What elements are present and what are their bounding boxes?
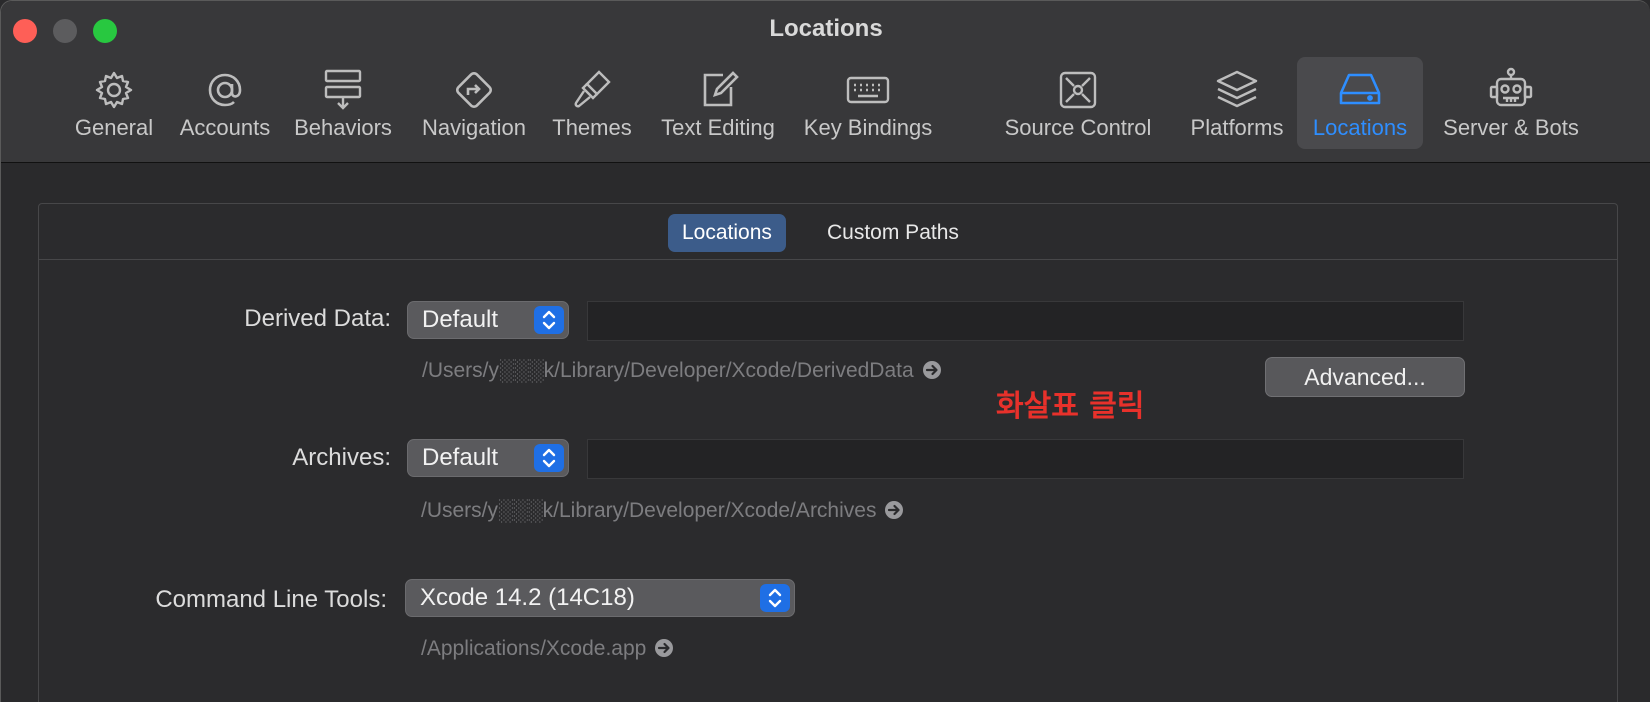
annotation-text: 화살표 클릭 (996, 389, 1145, 424)
derived-data-path: /Users/y░░░k/Library/Developer/Xcode/Der… (422, 359, 942, 383)
archives-popup-value: Default (422, 444, 499, 471)
toolbar-item-locations[interactable]: Locations (1297, 57, 1423, 149)
reveal-arrow-icon[interactable] (654, 638, 674, 658)
archives-path-text: /Users/y░░░k/Library/Developer/Xcode/Arc… (421, 499, 877, 522)
toolbar-item-navigation[interactable]: Navigation (413, 57, 535, 149)
robot-icon (1488, 67, 1534, 113)
segmented-tab-bar: Locations Custom Paths (39, 204, 1617, 260)
paintbrush-icon (569, 67, 615, 113)
toolbar-item-accounts[interactable]: Accounts (175, 57, 275, 149)
preferences-toolbar: General Accounts Behaviors Navigation Th… (1, 57, 1650, 151)
layers-icon (1214, 67, 1260, 113)
command-line-tools-path-text: /Applications/Xcode.app (421, 637, 647, 660)
up-down-chevron-icon (760, 584, 790, 612)
archives-path-field[interactable] (587, 439, 1464, 479)
tab-custom-paths[interactable]: Custom Paths (813, 214, 973, 252)
derived-data-popup-value: Default (422, 306, 499, 333)
up-down-chevron-icon (534, 444, 564, 472)
derived-data-label: Derived Data: (244, 305, 391, 332)
gear-icon (91, 67, 137, 113)
source-control-icon (1055, 67, 1101, 113)
behaviors-icon (320, 67, 366, 113)
toolbar-item-text-editing[interactable]: Text Editing (651, 57, 785, 149)
toolbar-item-themes[interactable]: Themes (545, 57, 639, 149)
title-bar: Locations General Accounts Behaviors Nav… (1, 1, 1650, 163)
keyboard-icon (845, 67, 891, 113)
archives-path: /Users/y░░░k/Library/Developer/Xcode/Arc… (421, 499, 904, 523)
command-line-tools-popup[interactable]: Xcode 14.2 (14C18) (405, 579, 795, 617)
derived-data-popup[interactable]: Default (407, 301, 569, 339)
tab-locations[interactable]: Locations (668, 214, 786, 252)
derived-data-path-text: /Users/y░░░k/Library/Developer/Xcode/Der… (422, 359, 914, 382)
reveal-arrow-icon[interactable] (884, 500, 904, 520)
archives-popup[interactable]: Default (407, 439, 569, 477)
toolbar-item-key-bindings[interactable]: Key Bindings (799, 57, 937, 149)
command-line-tools-label: Command Line Tools: (155, 586, 387, 613)
archives-label: Archives: (292, 444, 391, 471)
command-line-tools-path: /Applications/Xcode.app (421, 637, 674, 661)
edit-icon (695, 67, 741, 113)
reveal-arrow-icon[interactable] (922, 360, 942, 380)
toolbar-item-server-bots[interactable]: Server & Bots (1435, 57, 1587, 149)
toolbar-item-general[interactable]: General (67, 57, 161, 149)
window-title: Locations (769, 15, 883, 42)
toolbar-item-behaviors[interactable]: Behaviors (291, 57, 395, 149)
toolbar-item-platforms[interactable]: Platforms (1173, 57, 1301, 149)
command-line-tools-popup-value: Xcode 14.2 (14C18) (420, 584, 635, 611)
preferences-window: Locations General Accounts Behaviors Nav… (0, 0, 1650, 702)
up-down-chevron-icon (534, 306, 564, 334)
drive-icon (1337, 67, 1383, 113)
derived-data-path-field[interactable] (587, 301, 1464, 341)
at-sign-icon (202, 67, 248, 113)
navigation-icon (451, 67, 497, 113)
toolbar-item-source-control[interactable]: Source Control (995, 57, 1161, 149)
advanced-button[interactable]: Advanced... (1265, 357, 1465, 397)
